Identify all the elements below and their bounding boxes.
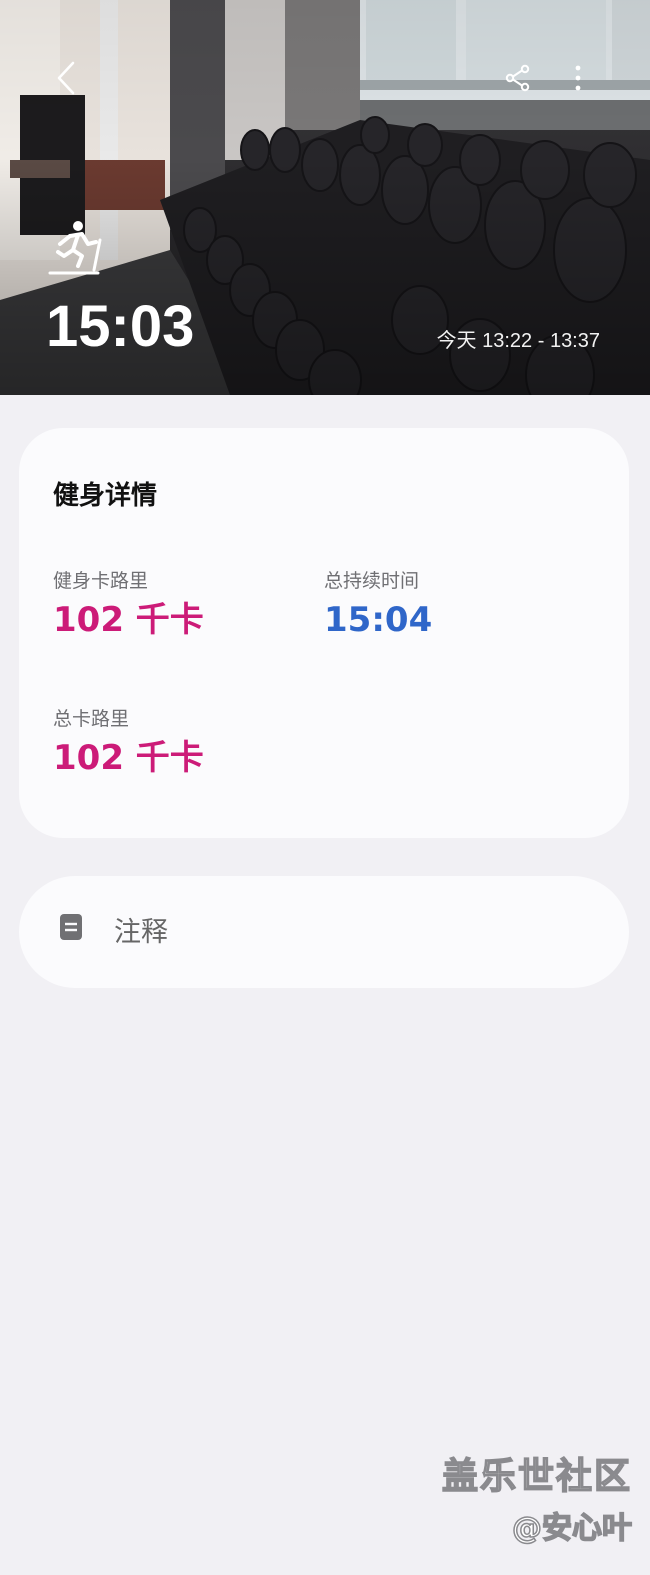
chevron-left-icon [57,61,75,95]
notes-button[interactable]: 注释 [19,876,629,988]
stat-value: 102 千卡 [53,600,204,640]
more-vertical-icon [575,65,581,91]
workout-details-card: 健身详情 健身卡路里 102 千卡 总持续时间 15:04 总卡路里 102 千… [19,428,629,838]
back-button[interactable] [48,58,84,98]
stat-value: 15:04 [324,600,433,640]
workout-hero-image: 15:03 今天 13:22 - 13:37 [0,0,650,395]
watermark: 盖乐世社区 @安心叶 [441,1455,633,1549]
card-title: 健身详情 [53,481,158,511]
share-icon [505,64,530,92]
share-button[interactable] [500,58,536,98]
treadmill-runner-icon [48,218,108,280]
stat-workout-calories: 健身卡路里 102 千卡 [53,568,204,640]
stat-value: 102 千卡 [53,738,204,778]
watermark-author: @安心叶 [511,1510,633,1547]
stat-total-duration: 总持续时间 15:04 [324,568,432,640]
workout-time-range: 今天 13:22 - 13:37 [436,330,600,352]
note-icon [60,914,82,940]
stat-label: 总持续时间 [324,570,420,592]
notes-label: 注释 [114,917,168,948]
more-options-button[interactable] [566,58,590,98]
stat-total-calories: 总卡路里 102 千卡 [53,706,204,778]
workout-duration: 15:03 [46,294,195,359]
watermark-community: 盖乐世社区 [441,1455,632,1498]
stat-label: 总卡路里 [53,708,130,730]
stat-label: 健身卡路里 [53,570,149,592]
